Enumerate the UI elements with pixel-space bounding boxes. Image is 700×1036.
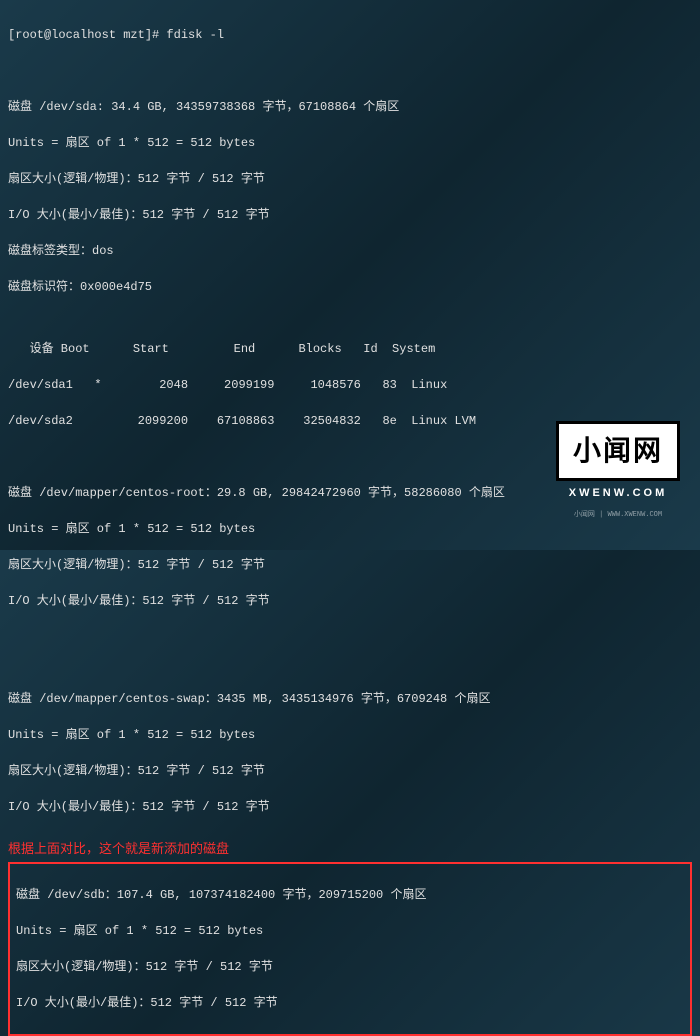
disk-sda-sector: 扇区大小(逻辑/物理)：512 字节 / 512 字节 (8, 170, 692, 188)
disk-root-io: I/O 大小(最小/最佳)：512 字节 / 512 字节 (8, 592, 692, 610)
disk-swap-header: 磁盘 /dev/mapper/centos-swap：3435 MB, 3435… (8, 690, 692, 708)
disk-sda-header: 磁盘 /dev/sda: 34.4 GB, 34359738368 字节，671… (8, 98, 692, 116)
partition-header: 设备 Boot Start End Blocks Id System (8, 340, 692, 358)
disk-swap-sector: 扇区大小(逻辑/物理)：512 字节 / 512 字节 (8, 762, 692, 780)
disk-sdb-io: I/O 大小(最小/最佳)：512 字节 / 512 字节 (16, 994, 684, 1012)
disk-sda-ident: 磁盘标识符：0x000e4d75 (8, 278, 692, 296)
partition-row: /dev/sda1 * 2048 2099199 1048576 83 Linu… (8, 376, 692, 394)
disk-sda-label: 磁盘标签类型：dos (8, 242, 692, 260)
disk-swap-units: Units = 扇区 of 1 * 512 = 512 bytes (8, 726, 692, 744)
annotation-text: 根据上面对比，这个就是新添加的磁盘 (8, 840, 692, 860)
disk-sdb-sector: 扇区大小(逻辑/物理)：512 字节 / 512 字节 (16, 958, 684, 976)
disk-root-units: Units = 扇区 of 1 * 512 = 512 bytes (8, 520, 692, 538)
watermark-tiny: 小闻网 | WWW.XWENW.COM (556, 510, 680, 521)
disk-sdb-header: 磁盘 /dev/sdb：107.4 GB, 107374182400 字节，20… (16, 886, 684, 904)
disk-sda-units: Units = 扇区 of 1 * 512 = 512 bytes (8, 134, 692, 152)
disk-root-sector: 扇区大小(逻辑/物理)：512 字节 / 512 字节 (8, 556, 692, 574)
disk-sda-io: I/O 大小(最小/最佳)：512 字节 / 512 字节 (8, 206, 692, 224)
watermark: 小闻网 XWENW.COM 小闻网 | WWW.XWENW.COM (556, 421, 680, 520)
highlighted-disk-box: 磁盘 /dev/sdb：107.4 GB, 107374182400 字节，20… (8, 862, 692, 1036)
command-prompt: [root@localhost mzt]# fdisk -l (8, 26, 692, 44)
watermark-main: 小闻网 (556, 421, 680, 481)
disk-sdb-units: Units = 扇区 of 1 * 512 = 512 bytes (16, 922, 684, 940)
disk-swap-io: I/O 大小(最小/最佳)：512 字节 / 512 字节 (8, 798, 692, 816)
watermark-sub: XWENW.COM (556, 485, 680, 502)
